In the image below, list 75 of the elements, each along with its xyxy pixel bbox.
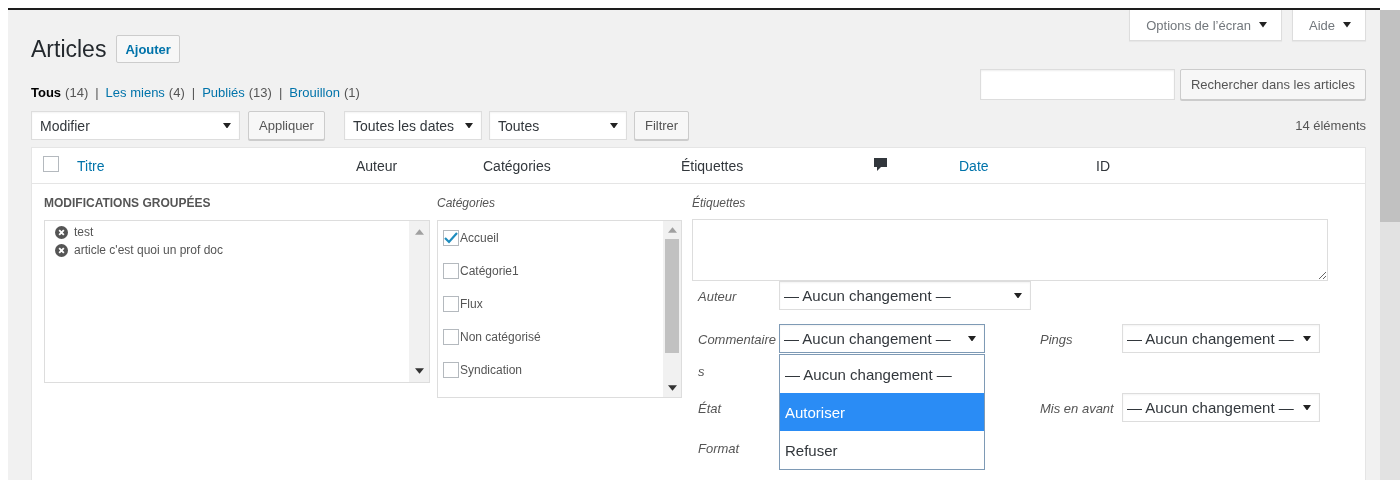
post-title: article c'est quoi un prof doc xyxy=(74,243,224,257)
checkbox[interactable] xyxy=(443,329,459,345)
checkbox[interactable] xyxy=(443,362,459,378)
field-label: Commentaires xyxy=(698,332,777,379)
screen-tab[interactable]: Options de l’écran xyxy=(1129,10,1282,41)
checkmark-icon xyxy=(444,232,458,244)
filter-button[interactable]: Filtrer xyxy=(633,111,690,140)
view-link[interactable]: Tous xyxy=(31,85,62,100)
scroll-down-icon[interactable] xyxy=(414,368,424,374)
comment-icon xyxy=(873,156,888,172)
column-header: Catégories xyxy=(483,157,551,174)
column-header-link[interactable]: Date xyxy=(959,157,989,174)
view-count: (14) xyxy=(65,85,89,100)
caret-icon xyxy=(1258,22,1267,28)
caret-icon xyxy=(968,335,976,342)
caret-icon xyxy=(609,122,618,129)
scroll-up-icon[interactable] xyxy=(667,227,677,233)
field-label: Catégories xyxy=(437,195,497,212)
dropdown-select[interactable]: — Aucun changement — xyxy=(1122,393,1320,422)
select-all-checkbox[interactable] xyxy=(43,156,59,172)
column-header: Étiquettes xyxy=(681,157,744,174)
category-label: Non catégorisé xyxy=(460,330,541,344)
field-label: État xyxy=(698,401,722,416)
view-link[interactable]: Publiés xyxy=(202,85,245,100)
post-title: test xyxy=(74,225,94,239)
scroll-down-icon[interactable] xyxy=(667,385,677,391)
field-label: Mis en avant xyxy=(1040,401,1114,416)
view-count: (1) xyxy=(343,85,360,100)
caret-icon xyxy=(1303,335,1311,342)
search-field[interactable] xyxy=(979,69,1175,100)
apply-button[interactable]: Appliquer xyxy=(248,111,325,140)
column-header: ID xyxy=(1096,157,1110,174)
field-label: Format xyxy=(698,441,740,456)
view-count: (13) xyxy=(248,85,272,100)
checkbox[interactable] xyxy=(443,296,459,312)
remove-icon[interactable] xyxy=(55,225,68,239)
checkbox[interactable] xyxy=(443,263,459,279)
filter-select[interactable]: Toutes les dates xyxy=(343,111,482,140)
caret-icon xyxy=(1014,292,1022,299)
view-link[interactable]: Brouillon xyxy=(289,85,340,100)
view-count: (4) xyxy=(168,85,185,100)
field-label: Pings xyxy=(1040,332,1073,347)
view-separator: | xyxy=(95,85,99,100)
filter-select[interactable]: Toutes xyxy=(488,111,627,140)
search-button[interactable]: Rechercher dans les articles xyxy=(1179,69,1366,100)
view-link[interactable]: Les miens xyxy=(105,85,165,100)
caret-icon xyxy=(464,122,473,129)
dropdown-select[interactable]: — Aucun changement — xyxy=(1122,324,1320,353)
caret-icon xyxy=(1303,404,1311,411)
scroll-up-icon[interactable] xyxy=(414,229,424,235)
add-button[interactable]: Ajouter xyxy=(116,35,180,63)
item-count: 14 éléments xyxy=(1295,118,1366,133)
tags-field[interactable] xyxy=(692,219,1328,281)
dropdown-select[interactable]: — Aucun changement — xyxy=(779,324,985,353)
view-separator: | xyxy=(278,85,283,100)
category-label: Catégorie1 xyxy=(460,264,519,278)
category-label: Flux xyxy=(460,297,483,311)
field-label: Étiquettes xyxy=(692,194,747,212)
page-scrollbar[interactable] xyxy=(1380,10,1400,480)
dropdown-select[interactable]: — Aucun changement — xyxy=(779,281,1031,310)
caret-icon xyxy=(223,122,231,129)
screen-tab[interactable]: Aide xyxy=(1291,10,1366,41)
caret-icon xyxy=(1343,22,1351,28)
bulk-action-select[interactable]: Modifier xyxy=(31,111,240,140)
field-label: Auteur xyxy=(698,289,737,304)
scroll-thumb[interactable] xyxy=(665,239,679,353)
view-separator: | xyxy=(191,85,196,100)
remove-icon[interactable] xyxy=(55,243,68,257)
category-label: Syndication xyxy=(460,363,523,377)
section-title: MODIFICATIONS GROUPÉES xyxy=(44,194,212,212)
page-title: Articles xyxy=(31,35,107,63)
checkbox[interactable] xyxy=(443,230,459,246)
column-header: Auteur xyxy=(356,157,398,174)
category-label: Accueil xyxy=(460,231,499,245)
column-header-link[interactable]: Titre xyxy=(77,157,105,174)
